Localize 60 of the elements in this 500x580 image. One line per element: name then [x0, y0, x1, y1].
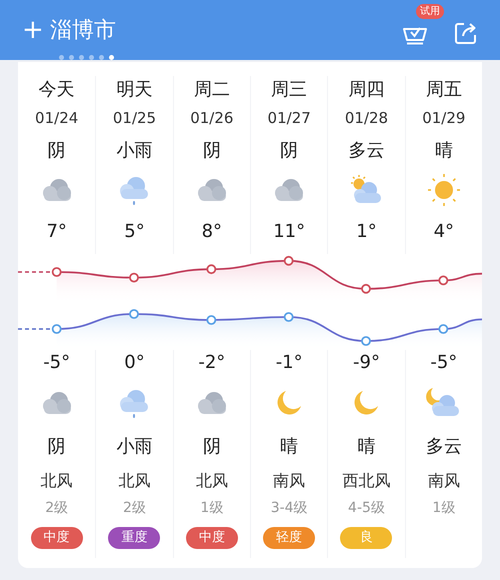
low-temperature: -2° [198, 351, 226, 375]
date-label: 01/27 [268, 108, 311, 129]
wind-level: 1级 [432, 499, 456, 518]
high-temperature: 5° [124, 220, 145, 244]
weather-label: 阴 [202, 139, 221, 163]
date-label: 01/25 [112, 108, 156, 129]
high-temperature: 11° [273, 220, 306, 244]
weather-label: 阴 [280, 139, 298, 163]
city-name: 淄博市 [50, 17, 116, 45]
day-label: 周二 [194, 78, 230, 102]
moon-icon [275, 389, 304, 417]
moon-icon [352, 389, 380, 417]
high-temperature: 8° [202, 220, 222, 244]
wind-level: 1级 [200, 499, 224, 518]
wind-level: 4-5级 [348, 499, 385, 518]
air-quality-badge: 轻度 [263, 527, 316, 549]
air-quality-badge: 中度 [30, 527, 83, 549]
high-temperature: 1° [356, 220, 377, 244]
wind-direction: 西北风 [342, 470, 390, 492]
wind-level: 3-4级 [270, 499, 308, 518]
air-quality-badge: 中度 [186, 527, 238, 549]
day-label: 明天 [116, 78, 152, 102]
weather-label: 晴 [280, 435, 298, 459]
sun-icon [426, 173, 461, 207]
share-icon[interactable] [454, 21, 478, 45]
wind-level: 2级 [123, 499, 146, 518]
weather-label: 多云 [426, 435, 462, 459]
weather-label: 阴 [202, 435, 221, 459]
weather-label: 小雨 [116, 139, 152, 163]
day-label: 周四 [348, 78, 384, 102]
wind-direction: 南风 [273, 470, 306, 492]
day-label: 周五 [426, 78, 462, 102]
wind-direction: 北风 [196, 470, 228, 492]
high-temperature: 4° [434, 220, 454, 244]
weather-label: 多云 [348, 139, 384, 163]
trial-badge: 试用 [416, 4, 444, 19]
day-label: 今天 [38, 78, 75, 102]
low-temperature: -9° [353, 351, 380, 375]
weather-label: 晴 [434, 139, 453, 163]
add-city-button[interactable]: + [22, 15, 44, 45]
air-quality-badge: 良 [340, 527, 392, 549]
date-label: 01/24 [35, 108, 78, 129]
day-label: 周三 [271, 78, 308, 102]
date-label: 01/26 [190, 108, 234, 129]
low-temperature: 0° [124, 351, 145, 375]
weather-label: 阴 [48, 139, 66, 163]
weather-label: 小雨 [116, 435, 152, 459]
weather-label: 晴 [357, 435, 376, 459]
wind-direction: 北风 [40, 470, 73, 492]
wind-level: 2级 [45, 499, 68, 518]
low-temperature: -1° [276, 351, 303, 375]
low-temperature: -5° [43, 351, 70, 375]
low-temperature: -5° [430, 351, 458, 375]
date-label: 01/28 [344, 108, 388, 129]
wind-direction: 北风 [118, 470, 150, 492]
date-label: 01/29 [422, 108, 466, 129]
wind-direction: 南风 [428, 470, 460, 492]
weather-label: 阴 [48, 435, 66, 459]
air-quality-badge: 重度 [108, 527, 160, 549]
high-temperature: 7° [46, 220, 67, 244]
